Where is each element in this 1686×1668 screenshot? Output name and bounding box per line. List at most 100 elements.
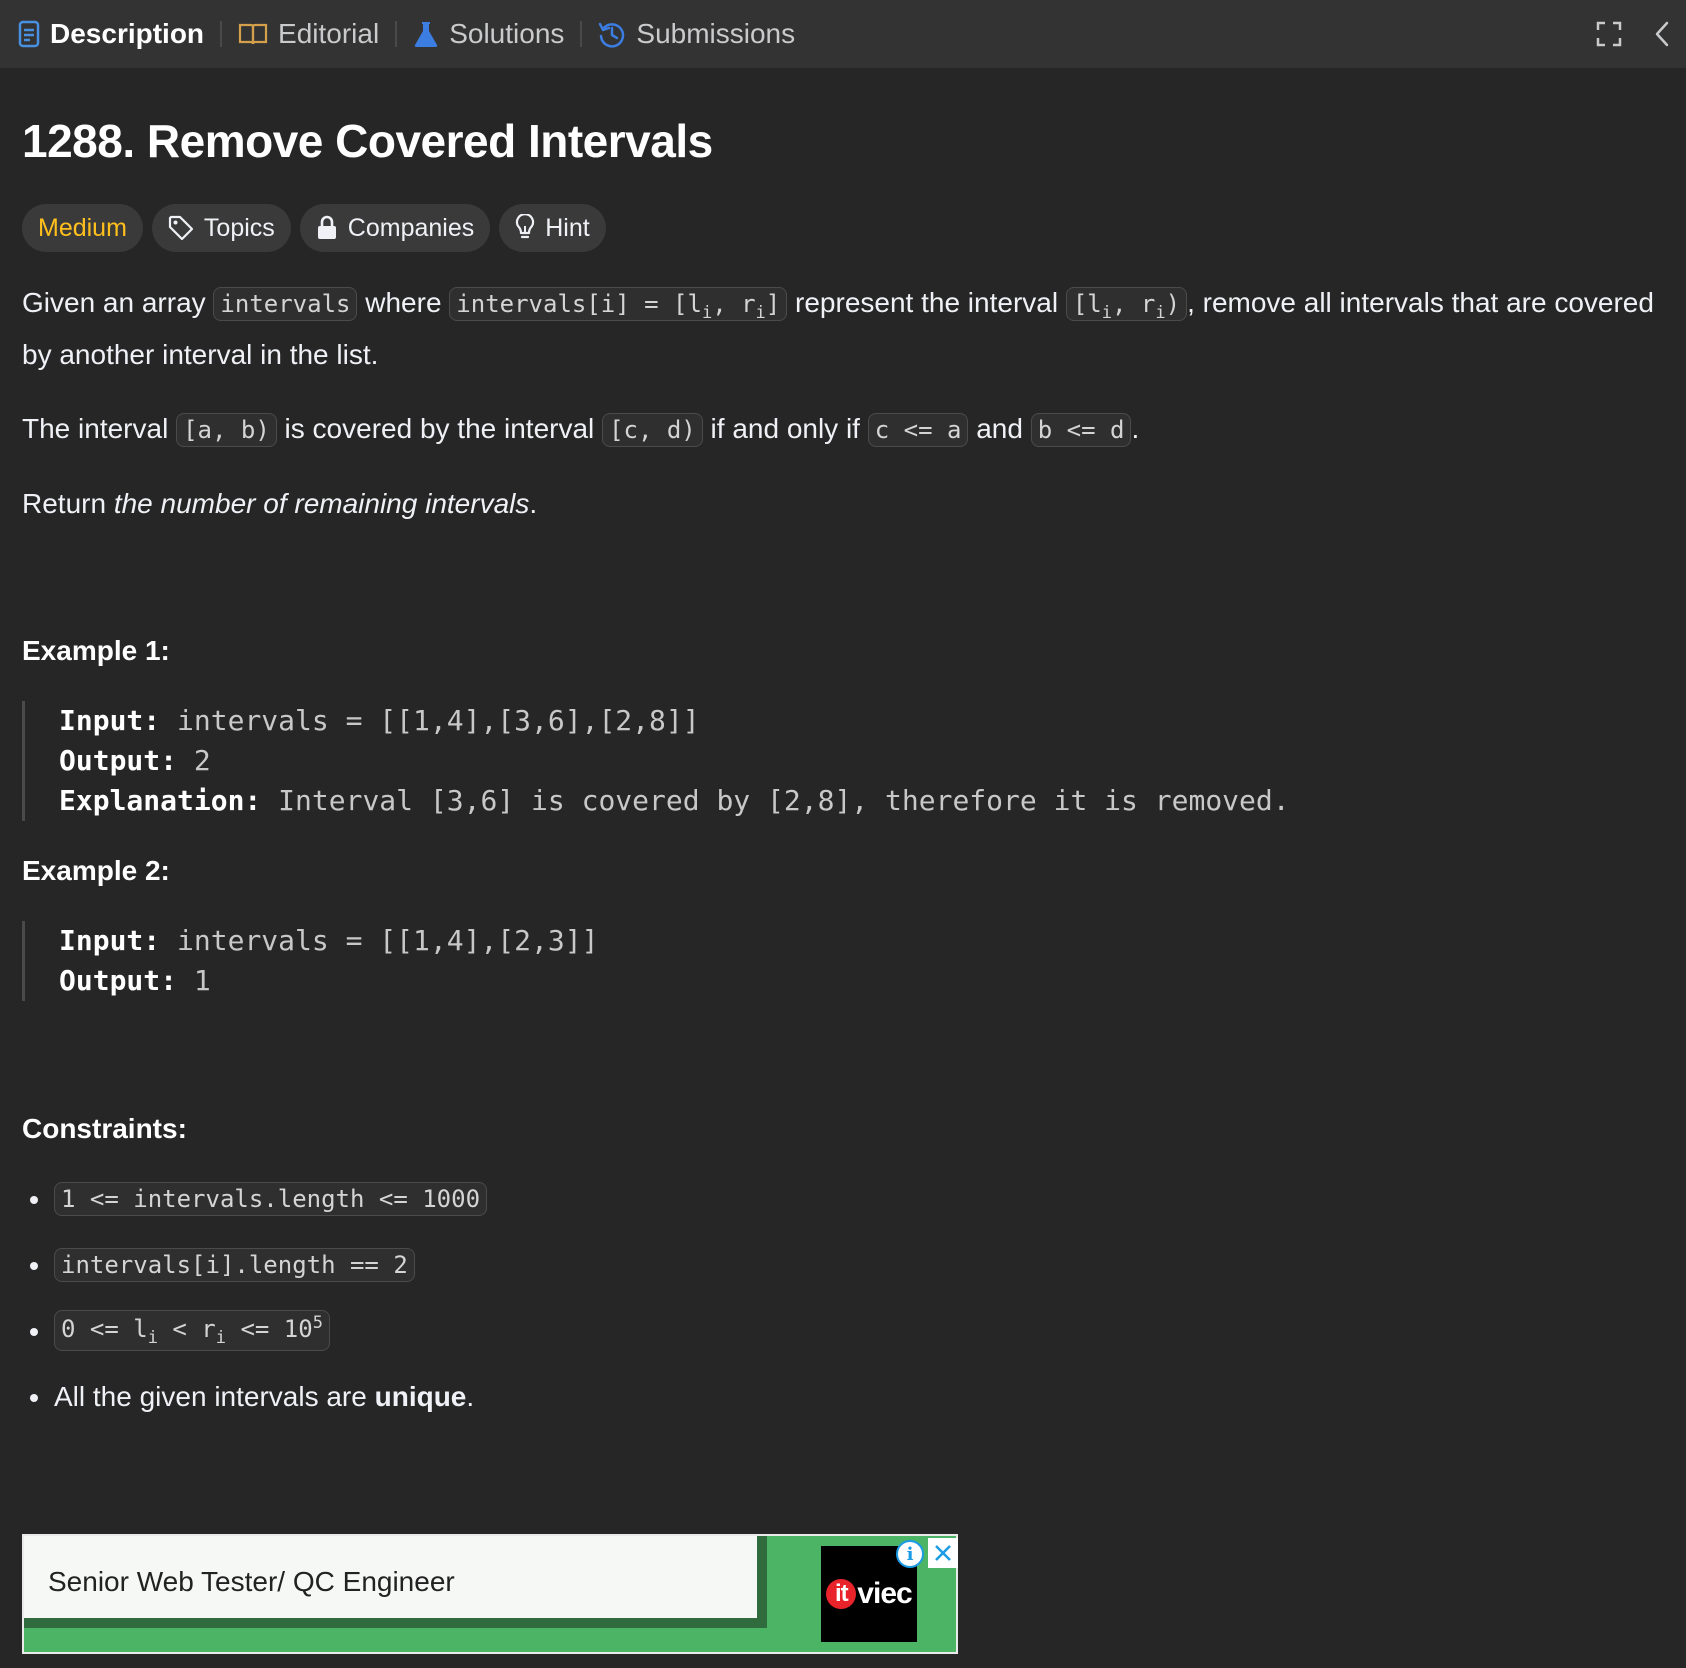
companies-button[interactable]: Companies: [299, 204, 491, 252]
subscript: i: [755, 302, 766, 323]
code-text: , r: [1112, 290, 1156, 318]
tab-submissions-label: Submissions: [636, 18, 796, 49]
difficulty-badge: Medium: [22, 204, 143, 252]
text: All the given intervals are: [54, 1380, 367, 1412]
subscript: i: [701, 302, 713, 323]
code-text: ): [1165, 290, 1181, 318]
constraints-list: 1 <= intervals.length <= 1000 intervals[…: [22, 1179, 1662, 1417]
lightbulb-icon: [516, 214, 535, 239]
tab-submissions[interactable]: Submissions: [598, 0, 795, 68]
text: .: [466, 1380, 475, 1412]
tab-solutions[interactable]: Solutions: [413, 0, 564, 68]
subscript: i: [1155, 302, 1166, 323]
fullscreen-icon[interactable]: [1596, 21, 1622, 47]
text: if and only if: [702, 412, 868, 444]
explanation-label: Explanation:: [59, 783, 262, 817]
topics-label: Topics: [203, 213, 275, 242]
example-input-line: Input: intervals = [[1,4],[2,3]]: [59, 921, 1662, 961]
example-explanation-line: Explanation: Interval [3,6] is covered b…: [59, 781, 1662, 821]
tab-divider: [395, 21, 398, 47]
text: where: [357, 287, 450, 318]
code-text: intervals: [220, 290, 351, 318]
code-text: [l: [1072, 290, 1102, 318]
output-value: 2: [193, 743, 211, 777]
explanation-value: Interval [3,6] is covered by [2,8], ther…: [278, 783, 1290, 817]
hint-button[interactable]: Hint: [499, 204, 606, 252]
covered-definition-paragraph: The interval [a, b) is covered by the in…: [22, 408, 1662, 451]
text: Given an array: [22, 287, 214, 318]
tab-description[interactable]: Description: [18, 0, 204, 68]
problem-description: 1288. Remove Covered Intervals Medium To…: [22, 68, 1662, 1417]
tab-divider: [580, 21, 583, 47]
ad-title[interactable]: Senior Web Tester/ QC Engineer: [48, 1566, 455, 1598]
constraint-item: All the given intervals are unique.: [22, 1377, 1662, 1417]
example-output-line: Output: 2: [59, 741, 1662, 781]
inline-code: 1 <= intervals.length <= 1000: [54, 1181, 488, 1216]
text: represent the interval: [787, 287, 1066, 318]
constraints-heading: Constraints:: [22, 1112, 187, 1144]
document-icon: [18, 20, 40, 48]
logo-text: viec: [857, 1577, 912, 1610]
companies-label: Companies: [347, 213, 475, 242]
output-label: Output:: [59, 963, 178, 997]
example-2-block: Input: intervals = [[1,4],[2,3]] Output:…: [22, 920, 1662, 1001]
problem-title: 1288. Remove Covered Intervals: [22, 115, 713, 167]
text: Return: [22, 487, 114, 519]
inline-code: b <= d: [1030, 412, 1132, 447]
superscript: 5: [312, 1313, 323, 1334]
example-input-line: Input: intervals = [[1,4],[3,6],[2,8]]: [59, 701, 1662, 741]
inline-code: intervals: [213, 287, 358, 321]
constraint-item: 0 <= li < ri <= 105: [22, 1310, 1662, 1352]
lock-icon: [317, 215, 336, 239]
ad-info-icon[interactable]: i: [896, 1540, 924, 1568]
subscript: i: [147, 1328, 158, 1349]
ad-text-panel: Senior Web Tester/ QC Engineer: [24, 1536, 767, 1628]
ad-close-icon[interactable]: [928, 1538, 958, 1568]
ad-banner[interactable]: Senior Web Tester/ QC Engineer it viec i: [22, 1534, 958, 1654]
text: The interval: [22, 412, 177, 444]
logo-it-mark: it: [826, 1579, 857, 1609]
output-value: 1: [193, 963, 211, 997]
inline-code: intervals[i] = [li, ri]: [449, 287, 788, 323]
constraint-item: intervals[i].length == 2: [22, 1245, 1662, 1285]
tab-solutions-label: Solutions: [449, 18, 565, 49]
output-label: Output:: [59, 743, 178, 777]
history-icon: [599, 22, 625, 48]
tag-row: Medium Topics Companies Hint: [22, 204, 1662, 252]
input-label: Input:: [59, 923, 161, 957]
code-text: ]: [765, 290, 781, 318]
example-2-heading: Example 2:: [22, 854, 170, 886]
tab-editorial[interactable]: Editorial: [238, 0, 379, 68]
inline-code: [a, b): [176, 412, 277, 447]
text: .: [529, 487, 538, 519]
bold-text: unique: [374, 1380, 467, 1412]
description-paragraph: Given an array intervals where intervals…: [22, 282, 1662, 376]
text: and: [968, 412, 1031, 444]
chevron-left-icon[interactable]: [1654, 21, 1670, 47]
constraint-item: 1 <= intervals.length <= 1000: [22, 1179, 1662, 1219]
emphasis-text: the number of remaining intervals: [113, 487, 530, 519]
topics-button[interactable]: Topics: [151, 204, 291, 252]
inline-code: c <= a: [867, 412, 969, 447]
text: .: [1131, 412, 1140, 444]
book-icon: [238, 23, 268, 45]
subscript: i: [1101, 302, 1112, 323]
tab-description-label: Description: [50, 18, 205, 49]
flask-icon: [414, 22, 438, 47]
hint-label: Hint: [545, 213, 590, 242]
inline-code: [c, d): [602, 412, 703, 447]
input-value: intervals = [[1,4],[3,6],[2,8]]: [177, 703, 700, 737]
code-text: <= 10: [226, 1315, 313, 1344]
return-paragraph: Return the number of remaining intervals…: [22, 483, 1662, 525]
code-text: < r: [157, 1315, 216, 1344]
input-value: intervals = [[1,4],[2,3]]: [177, 923, 599, 957]
tab-editorial-label: Editorial: [278, 18, 380, 49]
example-1-heading: Example 1:: [22, 634, 170, 666]
code-text: , r: [712, 290, 756, 318]
example-output-line: Output: 1: [59, 961, 1662, 1001]
inline-code: 0 <= li < ri <= 105: [54, 1310, 330, 1352]
example-1-block: Input: intervals = [[1,4],[3,6],[2,8]] O…: [22, 700, 1662, 821]
difficulty-label: Medium: [38, 213, 127, 242]
code-text: intervals[i] = [l: [456, 290, 702, 318]
tag-icon: [168, 215, 194, 241]
